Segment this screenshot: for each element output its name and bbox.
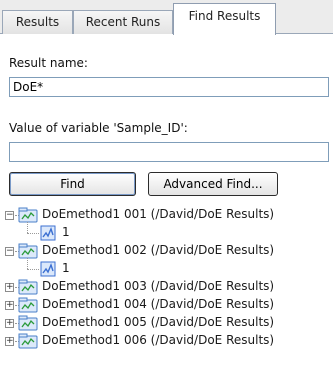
variable-label: Value of variable 'Sample_ID': (9, 121, 188, 135)
tree-child-label: 1 (62, 261, 70, 275)
collapse-toggle-icon[interactable]: − (5, 247, 14, 256)
tree-connector (27, 269, 39, 270)
tree-node[interactable]: + DoEmethod1 005 (/David/DoE Results) (0, 314, 333, 332)
tree-connector (27, 233, 39, 234)
tree-child-node[interactable]: 1 (0, 258, 333, 278)
expand-toggle-icon[interactable]: + (5, 319, 14, 328)
result-name-input[interactable] (9, 77, 329, 97)
expand-toggle-icon[interactable]: + (5, 337, 14, 346)
tree-node[interactable]: + DoEmethod1 003 (/David/DoE Results) (0, 278, 333, 296)
tree-node-label: DoEmethod1 006 (/David/DoE Results) (42, 333, 275, 347)
tree-node[interactable]: + DoEmethod1 004 (/David/DoE Results) (0, 296, 333, 314)
tab-results[interactable]: Results (2, 10, 73, 34)
tree-node-label: DoEmethod1 005 (/David/DoE Results) (42, 315, 275, 329)
collapse-toggle-icon[interactable]: − (5, 211, 14, 220)
tree-node[interactable]: − DoEmethod1 002 (/David/DoE Results) (0, 242, 333, 260)
advanced-find-button[interactable]: Advanced Find... (148, 172, 278, 196)
result-name-label: Result name: (9, 56, 88, 70)
tree-node-label: DoEmethod1 002 (/David/DoE Results) (42, 243, 275, 257)
tree-node[interactable]: − DoEmethod1 001 (/David/DoE Results) (0, 206, 333, 224)
expand-toggle-icon[interactable]: + (5, 301, 14, 310)
find-button[interactable]: Find (9, 172, 136, 196)
tab-bar: Results Recent Runs Find Results (0, 0, 333, 35)
tree-child-node[interactable]: 1 (0, 222, 333, 242)
tab-recent-runs[interactable]: Recent Runs (73, 10, 173, 34)
variable-value-input[interactable] (9, 142, 329, 162)
tab-find-results[interactable]: Find Results (173, 3, 276, 35)
tree-node-label: DoEmethod1 003 (/David/DoE Results) (42, 279, 275, 293)
tree-child-label: 1 (62, 225, 70, 239)
tree-node-label: DoEmethod1 001 (/David/DoE Results) (42, 207, 275, 221)
tree-connector (27, 222, 28, 233)
tree-node[interactable]: + DoEmethod1 006 (/David/DoE Results) (0, 332, 333, 350)
tree-connector (27, 258, 28, 269)
tree-node-label: DoEmethod1 004 (/David/DoE Results) (42, 297, 275, 311)
result-folder-icon (18, 333, 38, 352)
expand-toggle-icon[interactable]: + (5, 283, 14, 292)
